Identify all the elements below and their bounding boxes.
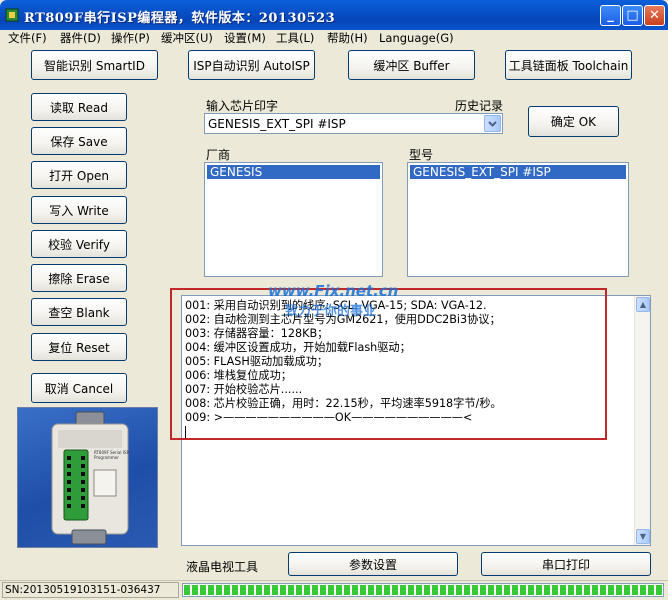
- menu-buffer[interactable]: 缓冲区(U): [161, 31, 213, 47]
- minimize-button[interactable]: _: [600, 5, 621, 26]
- model-label: 型号: [409, 148, 434, 162]
- watermark-url: www.Fix.net.cn: [268, 282, 399, 300]
- window-title: RT809F串行ISP编程器，软件版本：20130523: [24, 11, 336, 26]
- watermark-slogan: 致力于你的事业: [285, 304, 377, 319]
- scroll-down-icon[interactable]: ▼: [636, 529, 650, 544]
- scroll-up-icon[interactable]: ▲: [636, 297, 650, 312]
- reset-button[interactable]: 复位 Reset: [31, 333, 127, 361]
- model-list[interactable]: GENESIS_EXT_SPI #ISP: [407, 162, 629, 277]
- lcd-tool-label[interactable]: 液晶电视工具: [186, 558, 258, 575]
- auto-isp-button[interactable]: ISP自动识别 AutoISP: [188, 50, 315, 80]
- write-button[interactable]: 写入 Write: [31, 196, 127, 224]
- history-label: 历史记录: [455, 99, 504, 113]
- vendor-list-item[interactable]: GENESIS: [207, 165, 380, 179]
- menu-operation[interactable]: 操作(P): [111, 31, 150, 47]
- chip-input-value: GENESIS_EXT_SPI #ISP: [208, 117, 346, 131]
- menu-language[interactable]: Language(G): [379, 31, 454, 47]
- log-scrollbar[interactable]: ▲ ▼: [634, 296, 650, 545]
- menu-tools[interactable]: 工具(L): [276, 31, 314, 47]
- blank-button[interactable]: 查空 Blank: [31, 298, 127, 326]
- params-button[interactable]: 参数设置: [288, 552, 458, 576]
- progress-fill: [184, 585, 662, 595]
- read-button[interactable]: 读取 Read: [31, 93, 127, 121]
- close-button[interactable]: ✕: [644, 5, 665, 26]
- toolchain-button[interactable]: 工具链面板 Toolchain: [505, 50, 632, 80]
- chevron-down-icon: [488, 121, 497, 127]
- model-list-item[interactable]: GENESIS_EXT_SPI #ISP: [410, 165, 626, 179]
- open-button[interactable]: 打开 Open: [31, 161, 127, 189]
- combo-dropdown-button[interactable]: [484, 115, 501, 132]
- serial-print-button[interactable]: 串口打印: [481, 552, 651, 576]
- progress-bar: [182, 583, 664, 597]
- serial-number: SN:20130519103151-036437: [2, 582, 179, 598]
- save-button[interactable]: 保存 Save: [31, 127, 127, 155]
- chip-input-label: 输入芯片印字: [206, 99, 279, 113]
- vendor-label: 厂商: [206, 148, 231, 162]
- menu-help[interactable]: 帮助(H): [327, 31, 368, 47]
- vendor-list[interactable]: GENESIS: [204, 162, 383, 277]
- cancel-button[interactable]: 取消 Cancel: [31, 373, 127, 403]
- smart-id-button[interactable]: 智能识别 SmartID: [31, 50, 158, 80]
- app-icon: [5, 8, 19, 22]
- programmer-device-icon: [51, 411, 129, 545]
- device-label: RT809F Serial ISP Programmer: [94, 450, 129, 460]
- menu-file[interactable]: 文件(F): [8, 31, 47, 47]
- programmer-image: RT809F Serial ISP Programmer: [17, 407, 158, 548]
- chip-input-combo[interactable]: GENESIS_EXT_SPI #ISP: [204, 113, 503, 134]
- confirm-ok-button[interactable]: 确定 OK: [528, 106, 619, 137]
- buffer-button[interactable]: 缓冲区 Buffer: [348, 50, 475, 80]
- title-bar[interactable]: RT809F串行ISP编程器，软件版本：20130523 _ □ ✕: [0, 0, 668, 30]
- menu-device[interactable]: 器件(D): [60, 31, 101, 47]
- erase-button[interactable]: 擦除 Erase: [31, 264, 127, 292]
- highlight-box: [170, 288, 607, 440]
- menu-settings[interactable]: 设置(M): [224, 31, 266, 47]
- verify-button[interactable]: 校验 Verify: [31, 230, 127, 258]
- maximize-button[interactable]: □: [622, 5, 643, 26]
